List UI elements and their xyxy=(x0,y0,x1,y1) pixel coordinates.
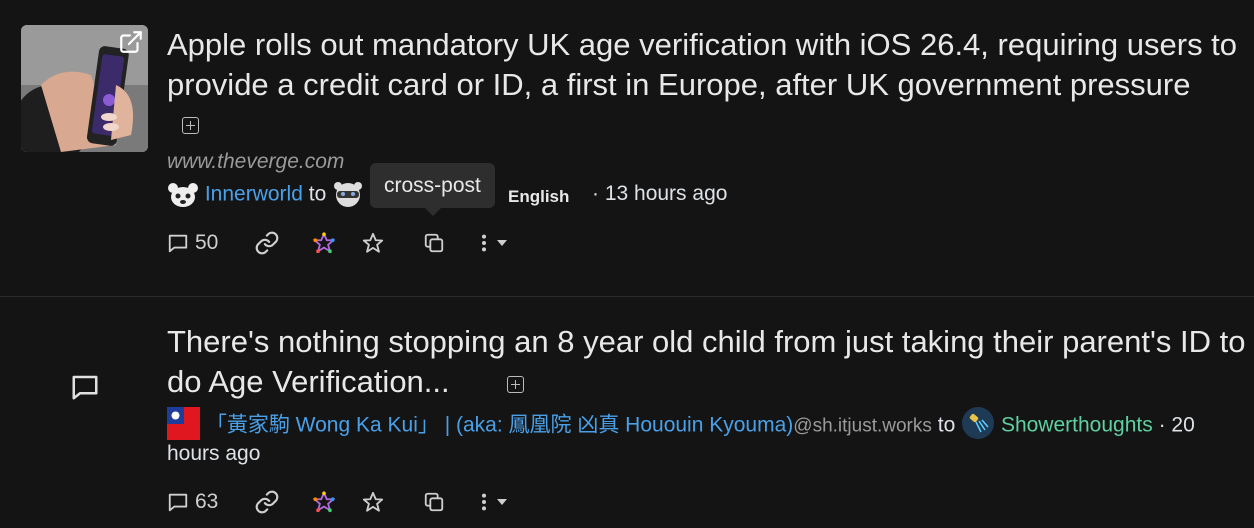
chevron-down-icon xyxy=(495,495,509,509)
expand-icon[interactable] xyxy=(507,376,524,393)
post-thumbnail[interactable] xyxy=(21,25,148,152)
language-badge: English xyxy=(508,187,570,206)
star-icon xyxy=(362,232,384,254)
post-title[interactable]: There's nothing stopping an 8 year old c… xyxy=(167,322,1252,402)
comments-button[interactable]: 50 xyxy=(167,228,218,258)
to-label: to xyxy=(937,413,956,437)
post-time-continued: hours ago xyxy=(167,442,261,465)
copy-link-button[interactable] xyxy=(254,487,280,517)
post-title-text[interactable]: Apple rolls out mandatory UK age verific… xyxy=(167,27,1237,102)
external-link-icon[interactable] xyxy=(118,29,144,55)
star-icon xyxy=(362,491,384,513)
post-card: There's nothing stopping an 8 year old c… xyxy=(0,297,1254,528)
author-instance: @sh.itjust.works xyxy=(793,415,932,437)
comments-button[interactable]: 63 xyxy=(167,487,218,517)
chevron-down-icon xyxy=(495,236,509,250)
post-title[interactable]: Apple rolls out mandatory UK age verific… xyxy=(167,25,1252,105)
post-meta: 「黃家駒 Wong Ka Kui」 | (aka: 鳳凰院 凶真 Hououin… xyxy=(167,406,1195,446)
crosspost-tooltip: cross-post xyxy=(370,163,495,216)
link-icon xyxy=(254,230,280,256)
post-meta: Innerworld to xyxy=(167,181,364,209)
flag-icon xyxy=(167,406,200,446)
post-card: Apple rolls out mandatory UK age verific… xyxy=(0,0,1254,296)
comment-count: 50 xyxy=(195,231,219,254)
crosspost-icon xyxy=(423,491,445,513)
comment-icon xyxy=(167,232,189,254)
more-menu-button[interactable] xyxy=(477,487,509,517)
text-post-icon[interactable] xyxy=(70,372,100,402)
crosspost-button[interactable] xyxy=(423,228,445,258)
to-label: to xyxy=(308,182,327,206)
community-avatar[interactable] xyxy=(961,406,995,446)
author-link[interactable]: 「黃家駒 Wong Ka Kui」 | (aka: 鳳凰院 凶真 Hououin… xyxy=(206,414,793,437)
author-link[interactable]: Innerworld xyxy=(205,183,303,206)
crosspost-icon xyxy=(423,232,445,254)
post-time: · 20 xyxy=(1158,413,1195,437)
link-icon xyxy=(254,489,280,515)
post-domain[interactable]: www.theverge.com xyxy=(167,150,344,174)
user-avatar xyxy=(167,181,199,209)
more-menu-button[interactable] xyxy=(477,228,509,258)
post-title-text[interactable]: There's nothing stopping an 8 year old c… xyxy=(167,324,1245,399)
fediverse-icon xyxy=(313,232,335,254)
more-icon xyxy=(477,491,491,513)
post-time: · 13 hours ago xyxy=(592,182,728,205)
save-button[interactable] xyxy=(362,487,384,517)
copy-link-button[interactable] xyxy=(254,228,280,258)
community-avatar[interactable] xyxy=(332,181,364,209)
more-icon xyxy=(477,232,491,254)
fediverse-button[interactable] xyxy=(313,228,335,258)
comment-icon xyxy=(167,491,189,513)
expand-icon[interactable] xyxy=(182,117,199,134)
fediverse-icon xyxy=(313,491,335,513)
crosspost-button[interactable] xyxy=(423,487,445,517)
comment-count: 63 xyxy=(195,490,219,513)
community-link[interactable]: Showerthoughts xyxy=(1001,414,1153,437)
fediverse-button[interactable] xyxy=(313,487,335,517)
save-button[interactable] xyxy=(362,228,384,258)
